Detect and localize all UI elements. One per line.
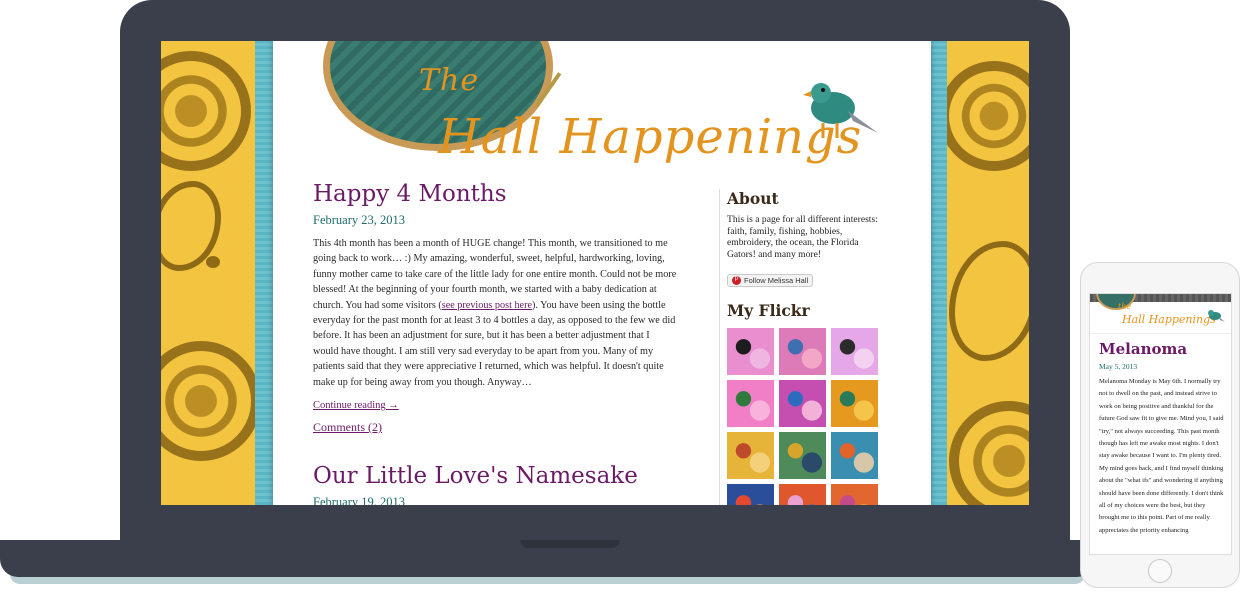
flickr-thumbnail[interactable] bbox=[779, 328, 826, 375]
about-text: This is a page for all different interes… bbox=[727, 214, 878, 260]
flickr-thumbnail[interactable] bbox=[831, 484, 878, 505]
mobile-content: Melanoma May 5, 2013 Melanoma Monday is … bbox=[1099, 340, 1227, 537]
phone-screen: the Hall Happenings Melanoma May 5, 2013… bbox=[1089, 293, 1232, 555]
pinterest-follow-button[interactable]: P Follow Melissa Hall bbox=[727, 274, 814, 287]
bird-icon bbox=[803, 83, 878, 138]
mobile-logo-the[interactable]: the bbox=[1118, 302, 1131, 311]
main-content: Happy 4 Months February 23, 2013 This 4t… bbox=[313, 181, 677, 505]
laptop-screen: The Hall Happenings Happy 4 Months Febru… bbox=[161, 41, 1029, 505]
pinterest-follow-label: Follow Melissa Hall bbox=[744, 276, 809, 285]
phone-frame: the Hall Happenings Melanoma May 5, 2013… bbox=[1080, 262, 1240, 588]
post-title[interactable]: Happy 4 Months bbox=[313, 181, 677, 207]
flower-icon bbox=[161, 341, 261, 461]
mobile-header: the Hall Happenings bbox=[1090, 294, 1231, 334]
flickr-thumbnail[interactable] bbox=[831, 328, 878, 375]
post-date[interactable]: February 19, 2013 bbox=[313, 495, 677, 505]
flower-icon bbox=[939, 61, 1029, 171]
post-excerpt: This 4th month has been a month of HUGE … bbox=[313, 236, 677, 390]
post-date[interactable]: February 23, 2013 bbox=[313, 213, 677, 228]
ladybug-icon bbox=[206, 256, 220, 268]
continue-reading-link[interactable]: Continue reading → bbox=[313, 400, 399, 411]
laptop-notch bbox=[520, 540, 620, 548]
bird-icon bbox=[1208, 310, 1225, 322]
pinterest-icon: P bbox=[732, 276, 741, 285]
flickr-thumbnail[interactable] bbox=[727, 380, 774, 427]
flickr-thumbnail[interactable] bbox=[779, 432, 826, 479]
flickr-thumbnail[interactable] bbox=[831, 432, 878, 479]
mobile-post-title[interactable]: Melanoma bbox=[1099, 340, 1227, 358]
blog-page: The Hall Happenings Happy 4 Months Febru… bbox=[273, 41, 931, 505]
home-button[interactable] bbox=[1148, 559, 1172, 583]
flower-icon bbox=[949, 401, 1029, 505]
sidebar: About This is a page for all different i… bbox=[719, 189, 879, 505]
previous-post-link[interactable]: see previous post here bbox=[442, 300, 532, 311]
about-heading: About bbox=[727, 189, 779, 208]
flickr-gallery bbox=[727, 328, 879, 505]
left-ribbon bbox=[255, 41, 273, 505]
flickr-thumbnail[interactable] bbox=[779, 380, 826, 427]
flickr-heading: My Flickr bbox=[727, 301, 810, 320]
mobile-post-excerpt: Melanoma Monday is May 6th. I normally t… bbox=[1099, 378, 1224, 534]
flickr-thumbnail[interactable] bbox=[727, 328, 774, 375]
flickr-thumbnail[interactable] bbox=[727, 484, 774, 505]
post-excerpt-text: ). You have been using the bottle everyd… bbox=[313, 299, 676, 388]
logo-the[interactable]: The bbox=[419, 63, 479, 98]
flickr-thumbnail[interactable] bbox=[779, 484, 826, 505]
flickr-thumbnail[interactable] bbox=[727, 432, 774, 479]
flower-icon bbox=[161, 51, 251, 171]
leaf-icon bbox=[949, 241, 1029, 361]
mobile-post-date[interactable]: May 5, 2013 bbox=[1099, 362, 1227, 371]
post-entry: Our Little Love's Namesake February 19, … bbox=[313, 463, 677, 505]
comments-link[interactable]: Comments (2) bbox=[313, 420, 677, 435]
flickr-thumbnail[interactable] bbox=[831, 380, 878, 427]
right-ribbon bbox=[929, 41, 947, 505]
post-title[interactable]: Our Little Love's Namesake bbox=[313, 463, 677, 489]
mobile-site-logo[interactable]: Hall Happenings bbox=[1122, 313, 1216, 326]
